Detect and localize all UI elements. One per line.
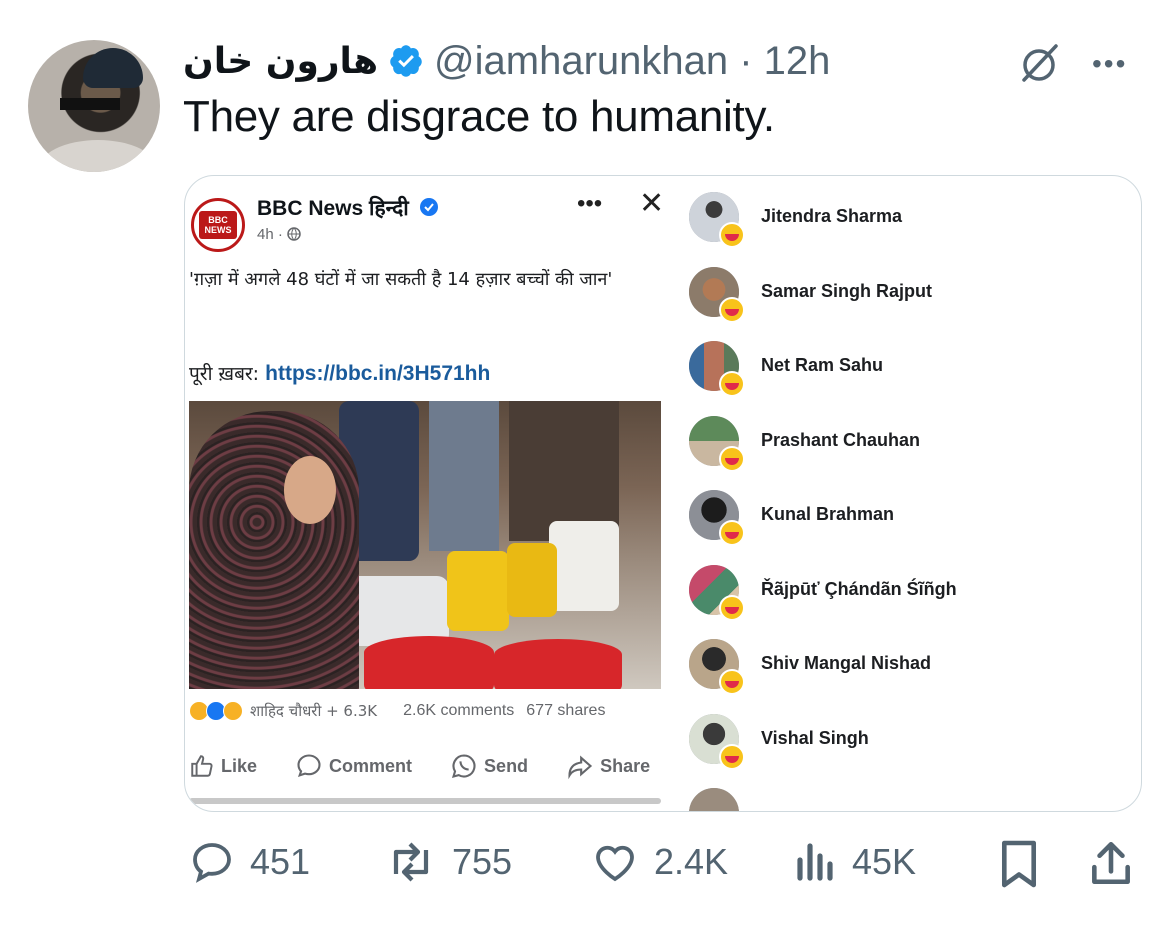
bookmark-icon <box>1001 840 1037 888</box>
heart-icon <box>596 845 634 882</box>
reactor-item: Prashant Chauhan <box>685 416 1125 476</box>
reply-button[interactable]: 451 <box>188 838 310 886</box>
fb-like-action: Like <box>189 752 257 780</box>
fb-post-text: 'ग़ज़ा में अगले 48 घंटों में जा सकती है … <box>189 269 613 290</box>
author-name[interactable]: هارون خان <box>183 41 378 82</box>
reactor-avatar <box>689 714 745 770</box>
haha-reaction-icon <box>719 744 745 770</box>
verified-badge-icon <box>390 45 422 77</box>
fb-comment-action: Comment <box>295 752 412 780</box>
fb-page-name: BBC News हिन्दी <box>257 197 409 220</box>
reactor-avatar <box>689 639 745 695</box>
reactor-item: Kunal Brahman <box>685 490 1125 550</box>
repost-icon <box>393 842 429 882</box>
haha-reaction-icon <box>223 701 243 721</box>
bookmark-button[interactable] <box>998 838 1054 890</box>
reactor-avatar <box>689 416 745 472</box>
fb-share-action: Share <box>566 752 650 780</box>
reactor-avatar <box>689 490 745 546</box>
reactor-item: Samar Singh Rajput <box>685 267 1125 327</box>
haha-reaction-icon <box>719 222 745 248</box>
fb-more-icon: ••• <box>577 190 603 217</box>
reactor-avatar <box>689 192 745 248</box>
haha-reaction-icon <box>719 446 745 472</box>
fb-comment-count: 2.6K comments <box>403 702 515 719</box>
repost-button[interactable]: 755 <box>384 838 512 886</box>
fb-post-stats: शाहिद चौधरी + 6.3K 2.6K comments 677 sha… <box>189 701 665 721</box>
fb-share-count: 677 shares <box>526 702 606 719</box>
fb-link-row: पूरी ख़बर: https://bbc.in/3H571hh <box>189 362 491 385</box>
reactor-item: Shiv Mangal Nishad <box>685 639 1125 699</box>
reactor-avatar <box>689 565 745 621</box>
repost-count: 755 <box>452 841 513 882</box>
share-arrow-icon <box>568 755 593 780</box>
haha-reaction-icon <box>719 595 745 621</box>
comment-bubble-icon <box>297 754 321 777</box>
facebook-post-screenshot: BBC NEWS BBC News हिन्दी 4h · ••• ✕ 'ग़ज़… <box>185 176 665 811</box>
reactor-item: Vishal Singh <box>685 714 1125 774</box>
reactor-item: Řãjpūť Çhándãn Śĩñgh <box>685 565 1125 625</box>
haha-reaction-icon <box>719 371 745 397</box>
like-count: 2.4K <box>654 841 729 882</box>
more-options-icon[interactable]: ••• <box>1092 48 1127 80</box>
fb-reactor-summary: शाहिद चौधरी + 6.3K <box>250 702 378 720</box>
reactor-avatar <box>689 788 739 811</box>
fb-send-action: Send <box>450 752 528 780</box>
views-button[interactable]: 45K <box>794 838 916 886</box>
reply-icon <box>193 843 231 883</box>
fb-action-bar: Like Comment Send Share <box>189 752 665 780</box>
reactions-list: Jitendra Sharma Samar Singh Rajput Net R… <box>685 176 1141 811</box>
view-count: 45K <box>852 841 917 882</box>
reactor-item: Net Ram Sahu <box>685 341 1125 401</box>
globe-icon <box>287 227 301 241</box>
fb-scrollbar <box>189 798 661 804</box>
share-button[interactable] <box>1088 838 1148 888</box>
reply-count: 451 <box>250 841 311 882</box>
thumbs-up-icon <box>191 755 213 777</box>
fb-close-icon: ✕ <box>639 187 665 220</box>
fb-verified-icon <box>420 198 438 216</box>
haha-reaction-icon <box>719 669 745 695</box>
tweet-action-bar: 451 755 2.4K 45K <box>186 838 1136 894</box>
reactor-item-partial <box>685 788 1125 811</box>
grok-icon[interactable] <box>1016 40 1062 86</box>
news-photo <box>189 401 661 689</box>
fb-link: https://bbc.in/3H571hh <box>265 362 491 385</box>
whatsapp-icon <box>452 754 476 778</box>
share-icon <box>1092 841 1130 885</box>
tweet-header: هارون خان @iamharunkhan · 12h <box>183 36 830 86</box>
author-avatar[interactable] <box>28 40 160 172</box>
author-handle-time[interactable]: @iamharunkhan · 12h <box>434 39 830 84</box>
fb-post-time: 4h · <box>257 226 301 243</box>
tweet-media[interactable]: BBC NEWS BBC News हिन्दी 4h · ••• ✕ 'ग़ज़… <box>184 175 1142 812</box>
reactor-avatar <box>689 267 745 323</box>
haha-reaction-icon <box>719 297 745 323</box>
views-chart-icon <box>797 843 833 881</box>
haha-reaction-icon <box>719 520 745 546</box>
bbc-logo: BBC NEWS <box>191 198 245 252</box>
like-button[interactable]: 2.4K <box>590 838 728 886</box>
tweet-text: They are disgrace to humanity. <box>183 92 775 141</box>
reactor-avatar <box>689 341 745 397</box>
reactor-item: Jitendra Sharma <box>685 192 1125 252</box>
